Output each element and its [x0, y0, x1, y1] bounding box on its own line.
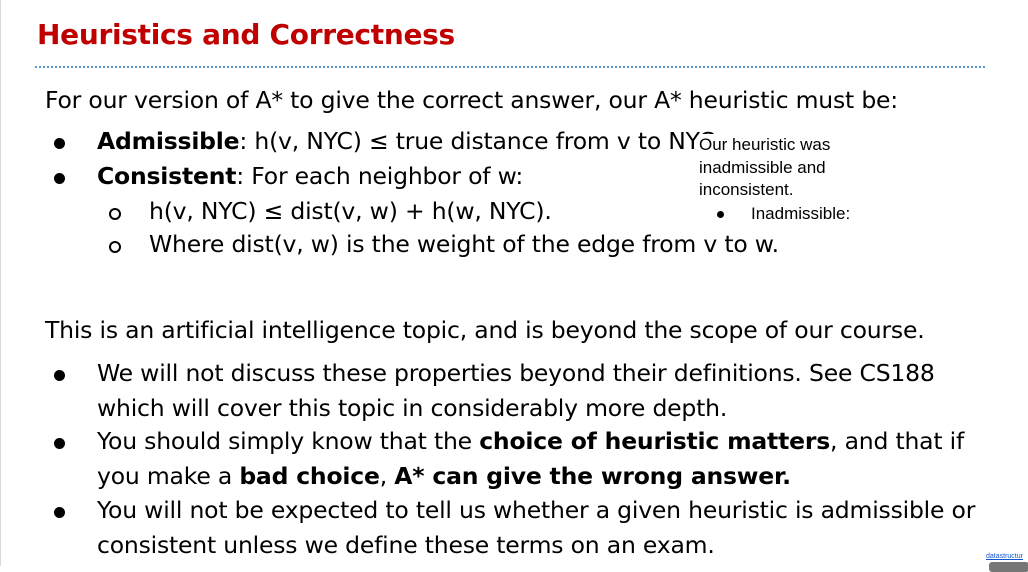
footer-link[interactable]: datastructur	[986, 553, 1023, 560]
title-divider	[35, 66, 985, 68]
bullet-3-line-1: You will not be expected to tell us whet…	[97, 496, 976, 524]
consistent-term: Consistent	[97, 162, 237, 190]
bullet-1-line-2: which will cover this topic in considera…	[97, 394, 728, 422]
consistent-item: Consistent: For each neighbor of w:	[97, 162, 523, 190]
note-item-inadmissible: Inadmissible:	[751, 204, 851, 223]
bullet-dot	[54, 438, 65, 449]
bullet-dot	[54, 173, 65, 184]
sub-item-inequality: h(v, NYC) ≤ dist(v, w) + h(w, NYC).	[149, 197, 552, 225]
bullet-2-bad-choice: bad choice	[239, 462, 380, 490]
bullet-2-comma: ,	[379, 462, 395, 490]
bullet-2-bold-text: choice of heuristic matters	[479, 427, 831, 455]
bullet-2-text-end: , and that if	[830, 427, 965, 455]
note-bullet-dot	[717, 211, 724, 218]
speaker-note-box: Our heuristic was inadmissible and incon…	[699, 134, 831, 202]
intro-text: For our version of A* to give the correc…	[45, 86, 899, 114]
scope-paragraph: This is an artificial intelligence topic…	[45, 316, 925, 344]
bullet-1-line-1: We will not discuss these properties bey…	[97, 359, 935, 387]
bullet-2-line-1: You should simply know that the choice o…	[97, 427, 964, 455]
sub-bullet-ring	[109, 241, 121, 253]
slide-left-border	[0, 0, 1, 566]
bullet-2-line-2: you make a bad choice, A* can give the w…	[97, 462, 791, 490]
bullet-3-line-2: consistent unless we define these terms …	[97, 531, 715, 559]
bullet-dot	[54, 138, 65, 149]
sub-item-dist-definition: Where dist(v, w) is the weight of the ed…	[149, 230, 779, 258]
bullet-2-text: You should simply know that the	[97, 427, 480, 455]
admissible-text: : h(v, NYC) ≤ true distance from v to NY…	[239, 127, 723, 155]
bullet-dot	[54, 370, 65, 381]
note-line-1: Our heuristic was	[699, 135, 831, 154]
bullet-dot	[54, 507, 65, 518]
sub-bullet-ring	[109, 208, 121, 220]
slide-title: Heuristics and Correctness	[37, 18, 455, 51]
admissible-term: Admissible	[97, 127, 240, 155]
admissible-item: Admissible: h(v, NYC) ≤ true distance fr…	[97, 127, 722, 155]
bullet-2-wrong-answer: A* can give the wrong answer.	[394, 462, 791, 490]
consistent-text: : For each neighbor of w:	[236, 162, 524, 190]
note-line-2: inadmissible and	[699, 157, 826, 177]
license-badge	[989, 562, 1028, 572]
note-line-3: inconsistent.	[699, 180, 794, 199]
bullet-2-line-2-text: you make a	[97, 462, 240, 490]
